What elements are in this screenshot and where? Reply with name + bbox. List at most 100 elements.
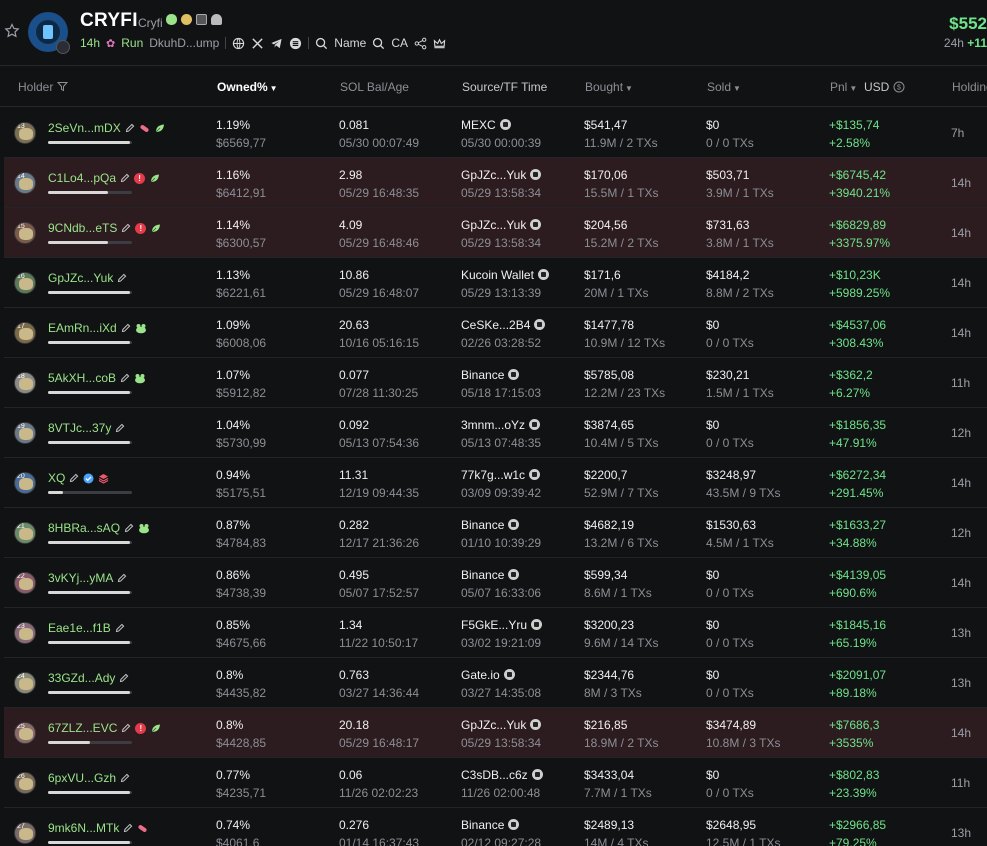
source-cell[interactable]: C3sDB...c6z <box>461 768 543 782</box>
holder-address[interactable]: 8VTJc...37y <box>48 421 111 435</box>
pump-fun-icon[interactable] <box>289 37 302 50</box>
col-holder[interactable]: Holder <box>18 80 68 94</box>
edit-icon[interactable] <box>115 623 125 633</box>
col-source[interactable]: Source/TF Time <box>462 80 547 94</box>
holder-address[interactable]: XQ <box>48 471 65 485</box>
edit-icon[interactable] <box>120 373 130 383</box>
source-cell[interactable]: Binance <box>461 568 520 582</box>
source-name[interactable]: Gate.io <box>461 668 500 682</box>
table-row[interactable]: 18 5AkXH...coB 1.07% $5912,82 0.077 07/28 11:… <box>4 358 987 408</box>
col-bought[interactable]: Bought ▼ <box>585 80 633 94</box>
dev-address[interactable]: DkuhD...ump <box>149 36 219 50</box>
holder-address[interactable]: C1Lo4...pQa <box>48 171 116 185</box>
holder-cell[interactable]: 9mk6N...MTk <box>48 821 148 835</box>
col-holding[interactable]: Holding <box>952 80 987 94</box>
holder-cell[interactable]: 2SeVn...mDX <box>48 121 165 135</box>
source-cell[interactable]: 77k7g...w1c <box>461 468 541 482</box>
edit-icon[interactable] <box>117 273 127 283</box>
table-row[interactable]: 19 8VTJc...37y 1.04% $5730,99 0.092 05/13 07:… <box>4 408 987 458</box>
holder-cell[interactable]: C1Lo4...pQa! <box>48 171 160 185</box>
edit-icon[interactable] <box>69 473 79 483</box>
holder-cell[interactable]: 5AkXH...coB <box>48 371 146 385</box>
source-cell[interactable]: GpJZc...Yuk <box>461 718 542 732</box>
table-row[interactable]: 22 3vKYj...yMA 0.86% $4738,39 0.495 05/07 17:… <box>4 558 987 608</box>
source-name[interactable]: GpJZc...Yuk <box>461 168 526 182</box>
edit-icon[interactable] <box>121 323 131 333</box>
source-name[interactable]: C3sDB...c6z <box>461 768 528 782</box>
holder-address[interactable]: 67ZLZ...EVC <box>48 721 117 735</box>
source-name[interactable]: GpJZc...Yuk <box>461 218 526 232</box>
telegram-icon[interactable] <box>270 37 283 50</box>
source-cell[interactable]: Binance <box>461 368 520 382</box>
source-name[interactable]: Binance <box>461 818 504 832</box>
search-name-link[interactable]: Name <box>334 36 366 50</box>
col-pnl[interactable]: Pnl ▼ USD $ <box>830 80 905 94</box>
holder-cell[interactable]: 67ZLZ...EVC! <box>48 721 161 735</box>
source-name[interactable]: F5GkE...Yru <box>461 618 527 632</box>
edit-icon[interactable] <box>121 223 131 233</box>
source-cell[interactable]: Binance <box>461 818 520 832</box>
source-name[interactable]: Binance <box>461 518 504 532</box>
source-cell[interactable]: GpJZc...Yuk <box>461 218 542 232</box>
holder-cell[interactable]: 8VTJc...37y <box>48 421 125 435</box>
source-name[interactable]: 3mnm...oYz <box>461 418 525 432</box>
holder-address[interactable]: 8HBRa...sAQ <box>48 521 120 535</box>
holder-cell[interactable]: EAmRn...iXd <box>48 321 147 335</box>
edit-icon[interactable] <box>115 423 125 433</box>
x-twitter-icon[interactable] <box>251 37 264 50</box>
holder-address[interactable]: 5AkXH...coB <box>48 371 116 385</box>
source-name[interactable]: GpJZc...Yuk <box>461 718 526 732</box>
filter-icon[interactable] <box>56 81 68 92</box>
table-row[interactable]: 26 6pxVU...Gzh 0.77% $4235,71 0.06 11/26 02:0… <box>4 758 987 808</box>
holder-address[interactable]: 9mk6N...MTk <box>48 821 119 835</box>
share-icon[interactable] <box>414 37 427 50</box>
source-cell[interactable]: GpJZc...Yuk <box>461 168 542 182</box>
edit-icon[interactable] <box>120 173 130 183</box>
holder-cell[interactable]: 3vKYj...yMA <box>48 571 127 585</box>
globe-icon[interactable] <box>232 37 245 50</box>
crown-icon[interactable] <box>433 37 446 50</box>
holder-address[interactable]: 6pxVU...Gzh <box>48 771 116 785</box>
search-icon[interactable] <box>372 37 385 50</box>
table-row[interactable]: 21 8HBRa...sAQ 0.87% $4784,83 0.282 12/17 21:… <box>4 508 987 558</box>
table-row[interactable]: 13 2SeVn...mDX 1.19% $6569,77 0.081 05/30 00:… <box>4 108 987 158</box>
holder-cell[interactable]: 33GZd...Ady <box>48 671 129 685</box>
search-ca-link[interactable]: CA <box>391 36 408 50</box>
table-row[interactable]: 24 33GZd...Ady 0.8% $4435,82 0.763 03/27 14:3… <box>4 658 987 708</box>
source-cell[interactable]: Gate.io <box>461 668 515 682</box>
holder-address[interactable]: 9CNdb...eTS <box>48 221 117 235</box>
holder-address[interactable]: 3vKYj...yMA <box>48 571 113 585</box>
holder-cell[interactable]: GpJZc...Yuk <box>48 271 127 285</box>
edit-icon[interactable] <box>120 773 130 783</box>
source-cell[interactable]: CeSKe...2B4 <box>461 318 546 332</box>
edit-icon[interactable] <box>125 123 135 133</box>
holder-address[interactable]: Eae1e...f1B <box>48 621 111 635</box>
col-sold[interactable]: Sold ▼ <box>707 80 741 94</box>
holder-cell[interactable]: Eae1e...f1B <box>48 621 125 635</box>
source-name[interactable]: MEXC <box>461 118 496 132</box>
col-sol[interactable]: SOL Bal/Age <box>340 80 409 94</box>
holder-address[interactable]: GpJZc...Yuk <box>48 271 113 285</box>
table-row[interactable]: 16 GpJZc...Yuk 1.13% $6221,61 10.86 05/29 16:… <box>4 258 987 308</box>
holder-address[interactable]: EAmRn...iXd <box>48 321 117 335</box>
source-name[interactable]: CeSKe...2B4 <box>461 318 530 332</box>
source-name[interactable]: Binance <box>461 568 504 582</box>
holder-cell[interactable]: 8HBRa...sAQ <box>48 521 150 535</box>
table-row[interactable]: 20 XQ 0.94% $5175,51 11.31 12/19 09:44:35 77k7… <box>4 458 987 508</box>
table-row[interactable]: 27 9mk6N...MTk 0.74% $4061,6 0.276 01/14 16:3… <box>4 808 987 846</box>
holder-cell[interactable]: 6pxVU...Gzh <box>48 771 130 785</box>
table-row[interactable]: 23 Eae1e...f1B 0.85% $4675,66 1.34 11/22 10:5… <box>4 608 987 658</box>
search-icon[interactable] <box>315 37 328 50</box>
holder-address[interactable]: 2SeVn...mDX <box>48 121 121 135</box>
holder-cell[interactable]: XQ <box>48 471 109 485</box>
currency-toggle[interactable]: USD <box>864 80 889 94</box>
table-row[interactable]: 14 C1Lo4...pQa! 1.16% $6412,91 2.98 05/29 16:… <box>4 158 987 208</box>
source-name[interactable]: Binance <box>461 368 504 382</box>
table-row[interactable]: 15 9CNdb...eTS! 1.14% $6300,57 4.09 05/29 16:… <box>4 208 987 258</box>
edit-icon[interactable] <box>121 723 131 733</box>
source-cell[interactable]: MEXC <box>461 118 511 132</box>
source-cell[interactable]: Binance <box>461 518 520 532</box>
source-name[interactable]: Kucoin Wallet <box>461 268 534 282</box>
edit-icon[interactable] <box>124 523 134 533</box>
holder-cell[interactable]: 9CNdb...eTS! <box>48 221 161 235</box>
